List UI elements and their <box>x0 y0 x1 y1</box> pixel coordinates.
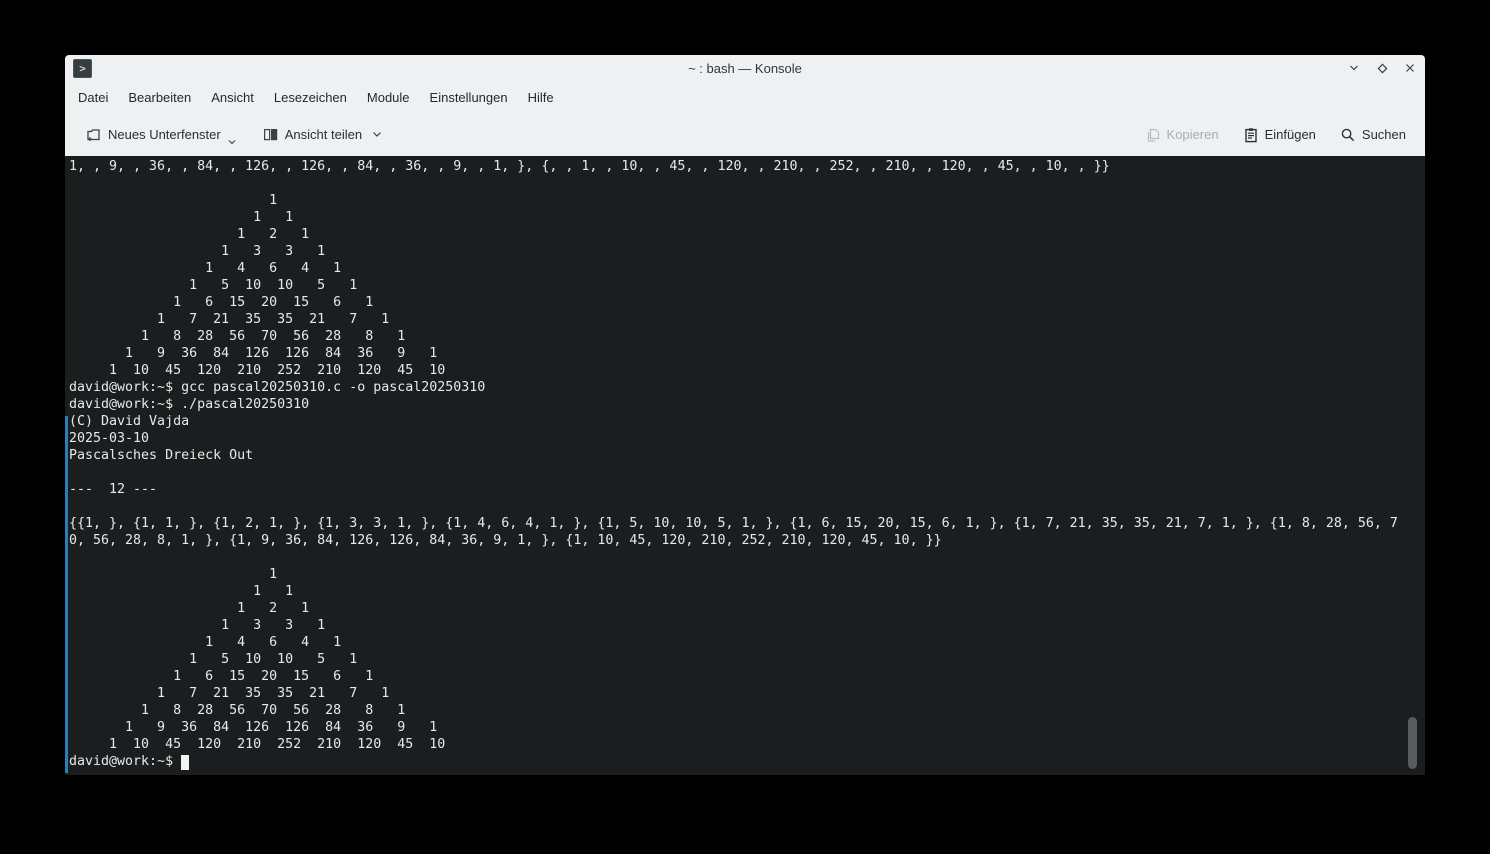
shell-prompt: david@work:~$ <box>69 754 181 769</box>
terminal-line: 1 8 28 56 70 56 28 8 1 <box>69 702 1425 719</box>
chevron-down-icon <box>372 131 382 138</box>
terminal-line: 1 <box>69 192 1425 209</box>
view-split-icon <box>262 126 279 143</box>
terminal-line: (C) David Vajda <box>69 413 1425 430</box>
new-tab-label: Neues Unterfenster <box>108 127 221 142</box>
tab-new-icon <box>85 126 102 143</box>
terminal-line: 1 3 3 1 <box>69 243 1425 260</box>
window-title: ~ : bash — Konsole <box>65 61 1425 76</box>
terminal-line: --- 12 --- <box>69 481 1425 498</box>
terminal-line: 1 7 21 35 35 21 7 1 <box>69 311 1425 328</box>
terminal-line: 1 6 15 20 15 6 1 <box>69 668 1425 685</box>
paste-button[interactable]: Einfügen <box>1239 122 1320 148</box>
terminal-line <box>69 549 1425 566</box>
menu-module[interactable]: Module <box>357 86 420 109</box>
konsole-app-icon[interactable]: > <box>73 59 92 78</box>
toolbar: Neues Unterfenster Ansicht teilen <box>65 113 1425 156</box>
terminal-line: 1 10 45 120 210 252 210 120 45 10 <box>69 736 1425 753</box>
menu-lesezeichen[interactable]: Lesezeichen <box>264 86 357 109</box>
terminal-line: 1 2 1 <box>69 226 1425 243</box>
terminal-line: david@work:~$ ./pascal20250310 <box>69 396 1425 413</box>
search-icon <box>1340 127 1356 143</box>
titlebar: > ~ : bash — Konsole <box>65 55 1425 81</box>
terminal-line: 1 5 10 10 5 1 <box>69 651 1425 668</box>
terminal[interactable]: 1, , 9, , 36, , 84, , 126, , 126, , 84, … <box>65 156 1425 775</box>
window-controls <box>1347 61 1417 75</box>
terminal-line: david@work:~$ gcc pascal20250310.c -o pa… <box>69 379 1425 396</box>
terminal-line: 1 2 1 <box>69 600 1425 617</box>
terminal-line <box>69 175 1425 192</box>
new-tab-button[interactable]: Neues Unterfenster <box>81 121 240 148</box>
terminal-line: 1 5 10 10 5 1 <box>69 277 1425 294</box>
search-button[interactable]: Suchen <box>1336 122 1410 148</box>
terminal-line: 1 8 28 56 70 56 28 8 1 <box>69 328 1425 345</box>
terminal-line: 1 <box>69 566 1425 583</box>
terminal-output: 1, , 9, , 36, , 84, , 126, , 126, , 84, … <box>65 156 1425 775</box>
terminal-line <box>69 498 1425 515</box>
menu-ansicht[interactable]: Ansicht <box>201 86 264 109</box>
new-output-marker <box>65 416 68 773</box>
terminal-line: 1, , 9, , 36, , 84, , 126, , 126, , 84, … <box>69 158 1425 175</box>
terminal-line: Pascalsches Dreieck Out <box>69 447 1425 464</box>
terminal-line: 1 7 21 35 35 21 7 1 <box>69 685 1425 702</box>
terminal-line: 1 10 45 120 210 252 210 120 45 10 <box>69 362 1425 379</box>
terminal-line: 1 4 6 4 1 <box>69 260 1425 277</box>
minimize-icon[interactable] <box>1347 61 1361 75</box>
terminal-line: 1 3 3 1 <box>69 617 1425 634</box>
konsole-window: > ~ : bash — Konsole Datei Bearbeiten An… <box>65 55 1425 775</box>
terminal-line <box>69 464 1425 481</box>
menubar: Datei Bearbeiten Ansicht Lesezeichen Mod… <box>65 81 1425 113</box>
terminal-line: 1 9 36 84 126 126 84 36 9 1 <box>69 719 1425 736</box>
terminal-line: 1 1 <box>69 209 1425 226</box>
close-icon[interactable] <box>1403 61 1417 75</box>
terminal-line: 1 1 <box>69 583 1425 600</box>
chevron-down-icon <box>228 139 236 145</box>
split-view-button[interactable]: Ansicht teilen <box>258 121 386 148</box>
terminal-line: 2025-03-10 <box>69 430 1425 447</box>
menu-datei[interactable]: Datei <box>68 86 118 109</box>
terminal-line: 1 9 36 84 126 126 84 36 9 1 <box>69 345 1425 362</box>
search-label: Suchen <box>1362 127 1406 142</box>
maximize-icon[interactable] <box>1375 61 1389 75</box>
clipboard-icon <box>1243 127 1259 143</box>
terminal-prompt-line: david@work:~$ <box>69 753 1425 770</box>
menu-einstellungen[interactable]: Einstellungen <box>420 86 518 109</box>
copy-icon <box>1145 127 1161 143</box>
terminal-line: 0, 56, 28, 8, 1, }, {1, 9, 36, 84, 126, … <box>69 532 1425 549</box>
paste-label: Einfügen <box>1265 127 1316 142</box>
terminal-cursor <box>181 755 189 770</box>
copy-label: Kopieren <box>1167 127 1219 142</box>
menu-hilfe[interactable]: Hilfe <box>518 86 564 109</box>
scrollbar-thumb[interactable] <box>1408 717 1417 769</box>
terminal-line: 1 6 15 20 15 6 1 <box>69 294 1425 311</box>
copy-button[interactable]: Kopieren <box>1141 122 1223 148</box>
split-view-label: Ansicht teilen <box>285 127 362 142</box>
menu-bearbeiten[interactable]: Bearbeiten <box>118 86 201 109</box>
terminal-line: {{1, }, {1, 1, }, {1, 2, 1, }, {1, 3, 3,… <box>69 515 1425 532</box>
terminal-line: 1 4 6 4 1 <box>69 634 1425 651</box>
